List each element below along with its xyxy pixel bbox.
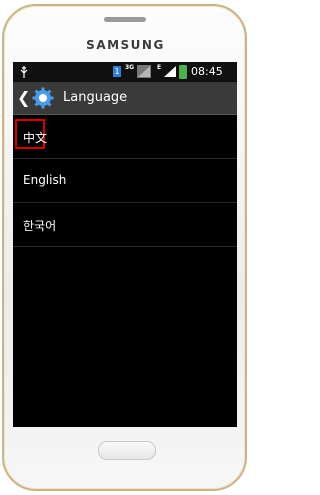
signal-bars-icon <box>164 66 176 77</box>
battery-icon <box>179 65 187 79</box>
phone-screen: 1 3G E 08:45 ❮ Language 中文 English 한국어 <box>13 62 237 427</box>
brand-logo: SAMSUNG <box>86 38 165 52</box>
language-item-korean[interactable]: 한국어 <box>13 203 237 247</box>
sim-icon: 1 <box>113 66 121 77</box>
network-3g-label: 3G <box>125 64 135 71</box>
language-label: 한국어 <box>23 219 57 233</box>
network-e-label: E <box>157 64 162 71</box>
language-list: 中文 English 한국어 <box>13 115 237 247</box>
language-label: 中文 <box>23 131 48 145</box>
language-item-english[interactable]: English <box>13 159 237 203</box>
signal-icon <box>137 65 151 78</box>
action-bar: ❮ Language <box>13 82 237 115</box>
home-button[interactable] <box>98 441 156 460</box>
usb-icon <box>20 66 28 78</box>
page-title: Language <box>63 90 128 105</box>
language-label: English <box>23 173 67 187</box>
status-bar: 1 3G E 08:45 <box>13 62 237 82</box>
gear-icon <box>32 87 54 109</box>
back-chevron-icon[interactable]: ❮ <box>17 90 30 106</box>
language-item-chinese[interactable]: 中文 <box>13 115 237 159</box>
earpiece <box>104 17 146 22</box>
status-time: 08:45 <box>191 65 223 78</box>
